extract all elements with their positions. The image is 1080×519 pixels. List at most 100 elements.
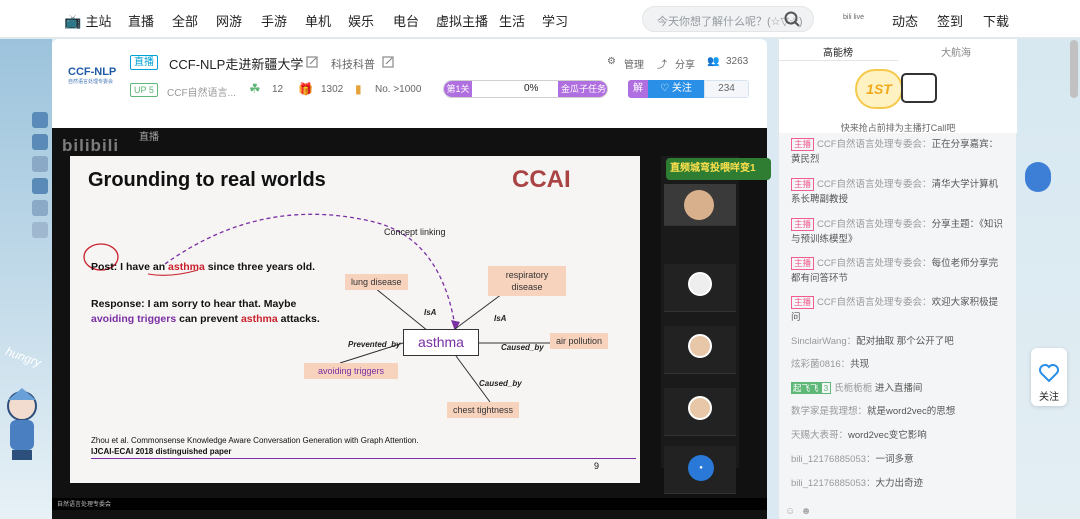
tool-icon[interactable] <box>32 112 48 128</box>
edit-title-icon[interactable] <box>306 56 318 68</box>
concept-linking-label: Concept linking <box>384 227 446 237</box>
chat-message: SinclairWang：配对抽取 那个公开了吧 <box>791 336 954 347</box>
chat-message: 炫彩菌0816：共现 <box>791 359 870 370</box>
tab-high-energy[interactable]: 高能榜 <box>823 44 853 59</box>
response-red: asthma <box>240 313 278 325</box>
speaker-video[interactable] <box>664 184 736 226</box>
follow-button[interactable]: ♡ 关注 <box>648 80 704 98</box>
tab-voyage[interactable]: 大航海 <box>941 44 971 59</box>
chat-user[interactable]: 数学家是我理想 <box>791 406 858 417</box>
room-title: CCF-NLP走进新疆大学 <box>169 57 304 72</box>
chat-user[interactable]: CCF自然语言处理专委会 <box>817 179 922 190</box>
nav-item-radio[interactable]: 电台 <box>393 11 419 30</box>
chat-user[interactable]: CCF自然语言处理专委会 <box>817 219 922 230</box>
chat-tools: ☺ ☻ <box>785 506 811 517</box>
player-bottom-label: 自然语言处理专委会 <box>57 502 112 508</box>
nav-item-vtuber[interactable]: 虚拟主播 <box>436 11 488 30</box>
edge-isa-1: IsA <box>424 308 437 317</box>
tool-icon[interactable] <box>32 178 48 194</box>
top-navigation: 📺 主站 直播 全部 网游 手游 单机 娱乐 电台 虚拟主播 生活 学习 今天你想… <box>0 0 1080 38</box>
participant-tile[interactable] <box>664 326 736 374</box>
room-category[interactable]: 科技科普 <box>331 56 375 72</box>
rank-value: No. >1000 <box>375 84 422 95</box>
search-input[interactable]: 今天你想了解什么呢？(☆▽☆) <box>657 13 803 29</box>
chat-user[interactable]: 氏栀栀栀 <box>834 383 872 394</box>
video-player[interactable]: bilibili 直播 Grounding to real worlds CCA… <box>52 118 771 519</box>
edit-category-icon[interactable] <box>382 56 394 68</box>
dynamic-link[interactable]: 动态 <box>892 11 918 30</box>
chat-user[interactable]: bili_12176885053 <box>791 478 866 489</box>
nav-item-live[interactable]: 直播 <box>128 11 154 30</box>
floating-follow-button[interactable]: 关注 <box>1031 348 1067 406</box>
home-label: 主站 <box>85 14 112 29</box>
search-icon[interactable] <box>783 10 801 28</box>
nav-item-mobile-games[interactable]: 手游 <box>261 11 287 30</box>
download-link[interactable]: 下载 <box>983 11 1009 30</box>
search-box[interactable]: 今天你想了解什么呢？(☆▽☆) <box>642 6 814 32</box>
chat-user[interactable]: 天赐大表哥 <box>791 430 839 441</box>
rank-area: 1ST 快来抢占前排为主播打Call吧 <box>779 61 1017 133</box>
chat-message: 主播 CCF自然语言处理专委会：清华大学计算机系长聘副教授 <box>791 178 999 205</box>
up-level-badge: UP 5 <box>130 83 158 97</box>
post-text: Post: I have an asthma since three years… <box>91 261 315 273</box>
logo-subtext: 自然语言处理专委会 <box>68 79 114 85</box>
edge-prevented-by: Prevented_by <box>348 340 401 349</box>
gift-banner[interactable]: 直频城弯投喂咩变1 <box>666 158 771 180</box>
presentation-slide: Grounding to real worlds CCAI Concept li… <box>70 156 640 483</box>
rank-hint: 快来抢占前排为主播打Call吧 <box>840 123 956 133</box>
guard-level: 12 <box>272 84 284 95</box>
page-scrollbar[interactable] <box>1070 40 1078 98</box>
post-prefix: Post: I have an <box>91 261 169 273</box>
participant-tile[interactable] <box>664 388 736 436</box>
gear-icon[interactable]: ⚙ <box>607 56 616 67</box>
task-label[interactable]: 金瓜子任务 <box>558 81 607 97</box>
logo-text: CCF-NLP <box>68 66 117 78</box>
camera-panel: ● <box>661 156 739 494</box>
follower-count: 234 <box>704 80 749 98</box>
home-link[interactable]: 📺 主站 <box>64 11 111 30</box>
signin-link[interactable]: 签到 <box>937 11 963 30</box>
rank-icon: ▮ <box>355 82 362 96</box>
unlock-tab[interactable]: 解 <box>628 80 648 98</box>
participant-tile[interactable] <box>664 264 736 312</box>
first-place-badge: 1ST <box>855 69 903 109</box>
node-chest-tightness: chest tightness <box>447 402 520 418</box>
plus-icon[interactable] <box>32 222 48 238</box>
nav-item-single-player[interactable]: 单机 <box>305 11 331 30</box>
nav-item-life[interactable]: 生活 <box>499 11 525 30</box>
tool-icon[interactable] <box>32 156 48 172</box>
progress-percent: 0% <box>524 83 539 94</box>
bili-small-logo[interactable]: bili live <box>843 14 864 21</box>
room-avatar-logo[interactable]: CCF-NLP 自然语言处理专委会 <box>68 66 116 85</box>
chat-message: 天赐大表哥：word2vec变它影响 <box>791 430 927 441</box>
chat-user[interactable]: CCF自然语言处理专委会 <box>817 258 922 269</box>
fan-medal[interactable]: 起飞飞 <box>791 382 821 394</box>
nav-item-entertainment[interactable]: 娱乐 <box>348 11 374 30</box>
nav-item-online-games[interactable]: 网游 <box>216 11 242 30</box>
chat-content: 配对抽取 那个公开了吧 <box>856 336 954 347</box>
tool-icon[interactable] <box>32 134 48 150</box>
share-icon[interactable]: ⤴ <box>657 56 667 71</box>
share-button[interactable]: 分享 <box>675 56 695 71</box>
viewer-count: 3263 <box>726 56 749 67</box>
chat-user[interactable]: CCF自然语言处理专委会 <box>817 297 922 308</box>
anchor-name[interactable]: CCF自然语言... <box>167 84 236 99</box>
emoji-icon[interactable]: ☺ <box>785 506 795 517</box>
nav-item-study[interactable]: 学习 <box>542 11 568 30</box>
chat-user[interactable]: 炫彩菌0816 <box>791 359 841 370</box>
mascot-left-illustration <box>2 384 42 464</box>
manage-button[interactable]: 管理 <box>624 56 644 71</box>
chat-user[interactable]: bili_12176885053 <box>791 454 866 465</box>
nav-item-all[interactable]: 全部 <box>172 11 198 30</box>
sticker-icon[interactable]: ☻ <box>801 506 812 517</box>
chat-user[interactable]: SinclairWang <box>791 336 847 347</box>
task-progress-bar[interactable]: 第1关 0% 金瓜子任务 <box>443 80 608 98</box>
chat-user[interactable]: CCF自然语言处理专委会 <box>817 139 922 150</box>
watermark-sub: 直播 <box>139 132 159 143</box>
participant-avatar: ● <box>688 455 714 481</box>
chat-content: word2vec变它影响 <box>848 430 927 441</box>
tv-mascot-icon <box>901 73 937 103</box>
tool-icon[interactable] <box>32 200 48 216</box>
participant-tile[interactable]: ● <box>664 446 736 494</box>
edge-caused-by-1: Caused_by <box>501 343 544 352</box>
